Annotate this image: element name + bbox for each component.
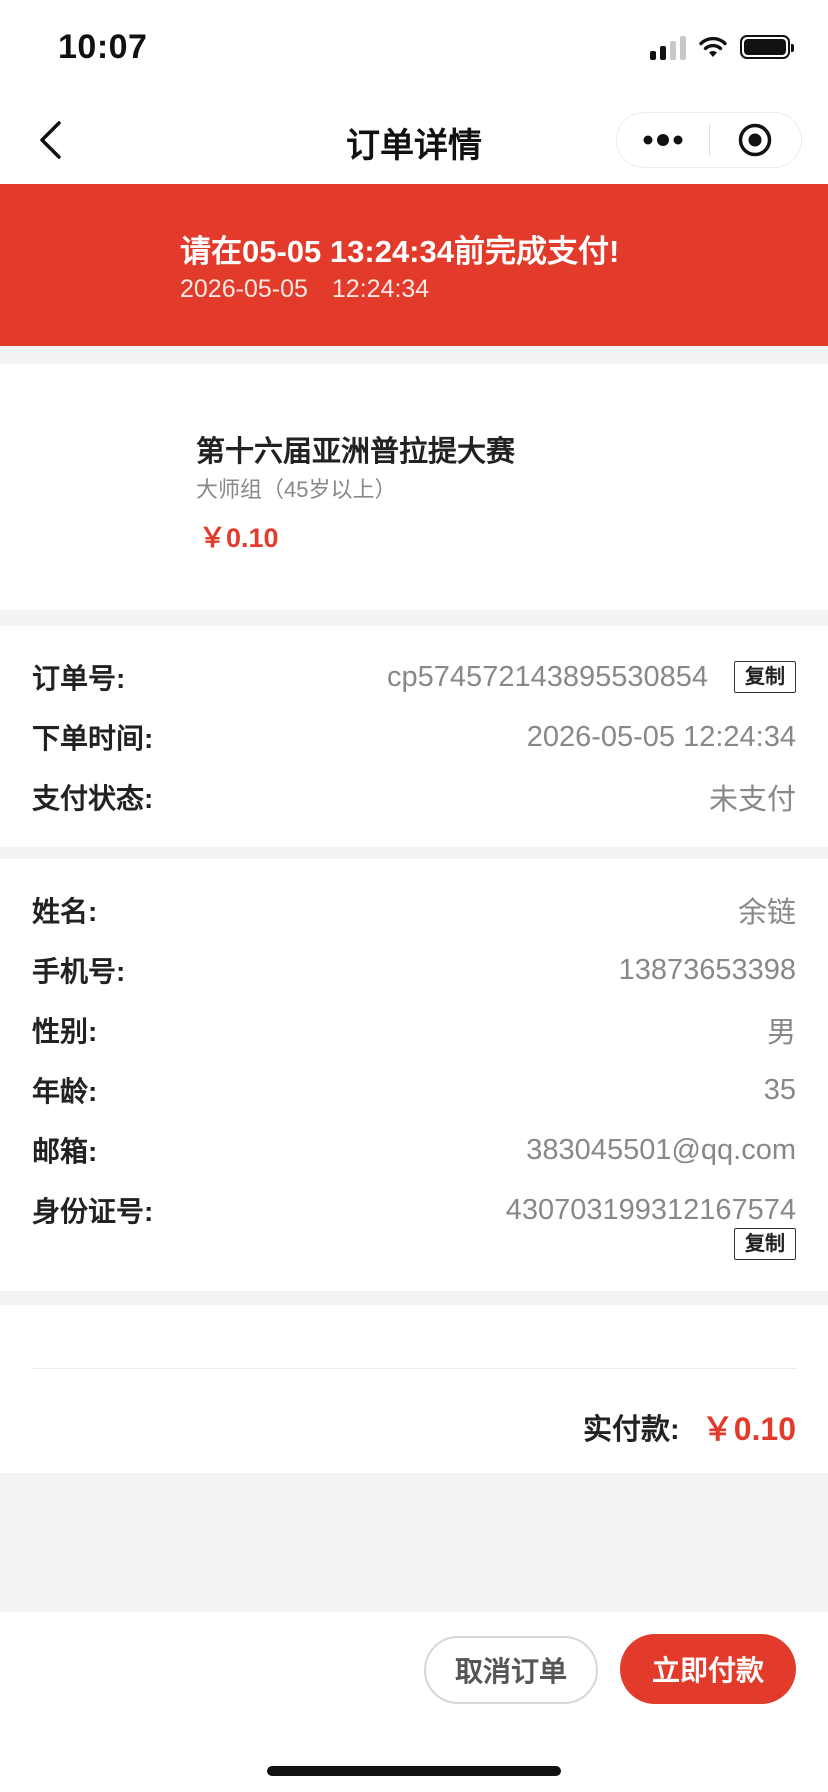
battery-icon: [740, 35, 794, 59]
phone-value: 13873653398: [618, 953, 796, 986]
cellular-signal-icon: [650, 34, 686, 60]
product-title: 第十六届亚洲普拉提大赛: [196, 436, 516, 468]
id-number-label: 身份证号:: [32, 1196, 154, 1227]
payment-deadline-banner: 请在05-05 13:24:34前完成支付! 2026-05-05 12:24:3…: [0, 184, 828, 346]
order-number-value-group: cp574572143895530854 复制: [387, 661, 796, 694]
email-row: 邮箱: 383045501@qq.com: [32, 1130, 796, 1170]
product-price: ￥0.10: [199, 523, 279, 553]
status-time: 10:07: [58, 28, 148, 66]
miniprogram-capsule: [616, 112, 802, 168]
cancel-order-button[interactable]: 取消订单: [424, 1636, 598, 1704]
order-time-value: 2026-05-05 12:24:34: [526, 720, 796, 753]
target-icon: [739, 123, 772, 157]
total-divider: [32, 1368, 796, 1369]
order-info-card: 订单号: cp574572143895530854 复制 下单时间: 2026-…: [0, 626, 828, 847]
gender-row: 性别: 男: [32, 1010, 796, 1050]
wifi-icon: [699, 36, 727, 57]
order-number-row: 订单号: cp574572143895530854 复制: [32, 657, 796, 697]
navigation-bar: 订单详情: [0, 100, 828, 184]
amount-paid-label: 实付款:: [583, 1414, 680, 1446]
order-time-label: 下单时间:: [32, 723, 154, 754]
payment-status-value: 未支付: [708, 784, 796, 816]
copy-order-number-button[interactable]: 复制: [734, 661, 796, 693]
created-date: 2026-05-05: [180, 275, 308, 303]
payment-status-row: 支付状态: 未支付: [32, 777, 796, 817]
age-value: 35: [763, 1073, 796, 1106]
order-number-label: 订单号:: [32, 663, 126, 694]
phone-row: 手机号: 13873653398: [32, 950, 796, 990]
product-card: 第十六届亚洲普拉提大赛 大师组（45岁以上） ￥0.10: [0, 364, 828, 610]
email-label: 邮箱:: [32, 1136, 98, 1167]
amount-paid: 实付款: ￥0.10: [583, 1404, 796, 1450]
name-row: 姓名: 余链: [32, 890, 796, 930]
age-row: 年龄: 35: [32, 1070, 796, 1110]
order-created-datetime: 2026-05-05 12:24:34: [180, 275, 453, 304]
order-detail-page: 10:07 订单详情 请在05-05 13:24:34前完成支付! 2026-0…: [0, 0, 828, 1792]
gender-value: 男: [766, 1017, 796, 1049]
order-number-value: cp574572143895530854: [387, 660, 708, 693]
deadline-suffix: 前完成支付!: [454, 234, 620, 269]
order-time-row: 下单时间: 2026-05-05 12:24:34: [32, 717, 796, 757]
copy-id-number-button[interactable]: 复制: [734, 1228, 796, 1260]
name-value: 余链: [737, 897, 796, 929]
amount-paid-value: ￥0.10: [701, 1411, 796, 1447]
email-value: 383045501@qq.com: [526, 1133, 796, 1166]
product-subtitle: 大师组（45岁以上）: [196, 477, 397, 502]
id-number-row: 身份证号: 430703199312167574: [32, 1190, 796, 1230]
name-label: 姓名:: [32, 896, 98, 927]
gender-label: 性别:: [32, 1016, 98, 1047]
registrant-info-card: 姓名: 余链 手机号: 13873653398 性别: 男 年龄: 35 邮箱:…: [0, 859, 828, 1291]
pay-now-button[interactable]: 立即付款: [620, 1634, 796, 1704]
bottom-action-bar: 取消订单 立即付款: [0, 1612, 828, 1792]
status-icons: [650, 34, 794, 60]
more-dots-icon: [643, 134, 683, 146]
payment-status-label: 支付状态:: [32, 783, 154, 814]
created-time: 12:24:34: [331, 275, 430, 303]
id-number-value: 430703199312167574: [505, 1193, 796, 1226]
payment-total-card: 实付款: ￥0.10: [0, 1305, 828, 1473]
phone-label: 手机号:: [32, 956, 126, 987]
deadline-prefix: 请在: [180, 234, 242, 269]
payment-deadline-text: 请在05-05 13:24:34前完成支付!: [180, 226, 619, 271]
home-indicator: [267, 1766, 561, 1776]
close-miniprogram-button[interactable]: [710, 122, 802, 158]
deadline-time: 05-05 13:24:34: [242, 234, 454, 269]
status-bar: 10:07: [0, 0, 828, 100]
more-button[interactable]: [617, 133, 709, 147]
age-label: 年龄:: [32, 1076, 98, 1107]
